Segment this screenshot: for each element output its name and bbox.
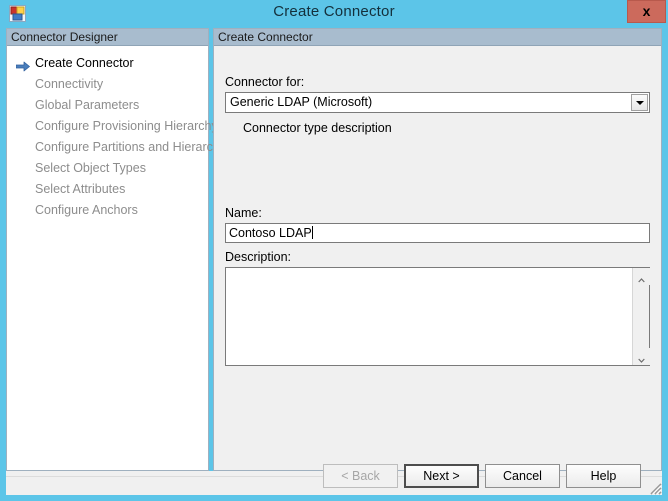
name-label: Name:: [225, 206, 262, 220]
sidebar-item-configure-partitions-and-hierarchies[interactable]: Configure Partitions and Hierarchies: [7, 137, 236, 158]
connector-for-label: Connector for:: [225, 75, 305, 89]
sidebar-item-connectivity[interactable]: Connectivity: [7, 74, 208, 95]
sidebar-item-label: Configure Provisioning Hierarchy: [35, 119, 218, 133]
description-scrollbar[interactable]: [632, 268, 650, 365]
create-connector-window: Create Connector x Connector Designer Cr…: [0, 0, 668, 501]
close-button[interactable]: x: [627, 0, 666, 23]
next-button[interactable]: Next >: [404, 464, 479, 488]
window-title: Create Connector: [273, 3, 395, 20]
sidebar-item-label: Configure Partitions and Hierarchies: [35, 140, 236, 154]
sidebar-item-label: Select Attributes: [35, 182, 126, 196]
sidebar-item-global-parameters[interactable]: Global Parameters: [7, 95, 208, 116]
name-value: Contoso LDAP: [229, 226, 312, 240]
description-label: Description:: [225, 250, 291, 264]
scroll-down-icon[interactable]: [633, 348, 650, 365]
chevron-down-icon[interactable]: [631, 94, 648, 111]
sidebar-item-label: Connectivity: [35, 77, 104, 91]
text-caret: [311, 226, 313, 239]
cancel-button[interactable]: Cancel: [485, 464, 560, 488]
sidebar-item-select-object-types[interactable]: Select Object Types: [7, 158, 208, 179]
sidebar-item-label: Configure Anchors: [35, 203, 138, 217]
back-button[interactable]: < Back: [323, 464, 398, 488]
sidebar-item-configure-anchors[interactable]: Configure Anchors: [7, 200, 208, 221]
sidebar-item-create-connector[interactable]: Create Connector: [7, 53, 208, 74]
name-input[interactable]: Contoso LDAP: [225, 223, 650, 243]
sidebar-item-label: Create Connector: [35, 56, 134, 70]
description-input[interactable]: [225, 267, 650, 366]
sidebar-item-configure-provisioning-hierarchy[interactable]: Configure Provisioning Hierarchy: [7, 116, 218, 137]
scroll-up-icon[interactable]: [633, 268, 650, 285]
resize-grip[interactable]: [646, 479, 662, 495]
connector-for-value: Generic LDAP (Microsoft): [230, 95, 373, 109]
main-panel: Create Connector Connector for: Generic …: [213, 28, 662, 471]
main-header: Create Connector: [214, 29, 661, 46]
sidebar-header: Connector Designer: [7, 29, 208, 46]
current-step-arrow-icon: [15, 58, 30, 72]
sidebar-item-label: Global Parameters: [35, 98, 140, 112]
sidebar-nav-list: Create Connector Connectivity Global Par…: [7, 46, 236, 221]
help-button[interactable]: Help: [566, 464, 641, 488]
sidebar-item-select-attributes[interactable]: Select Attributes: [7, 179, 208, 200]
connector-type-description: Connector type description: [243, 121, 392, 135]
sidebar-item-label: Select Object Types: [35, 161, 146, 175]
connector-for-select[interactable]: Generic LDAP (Microsoft): [225, 92, 650, 113]
sidebar-panel: Connector Designer Create Connector Conn…: [6, 28, 236, 471]
titlebar: Create Connector x: [0, 0, 668, 27]
